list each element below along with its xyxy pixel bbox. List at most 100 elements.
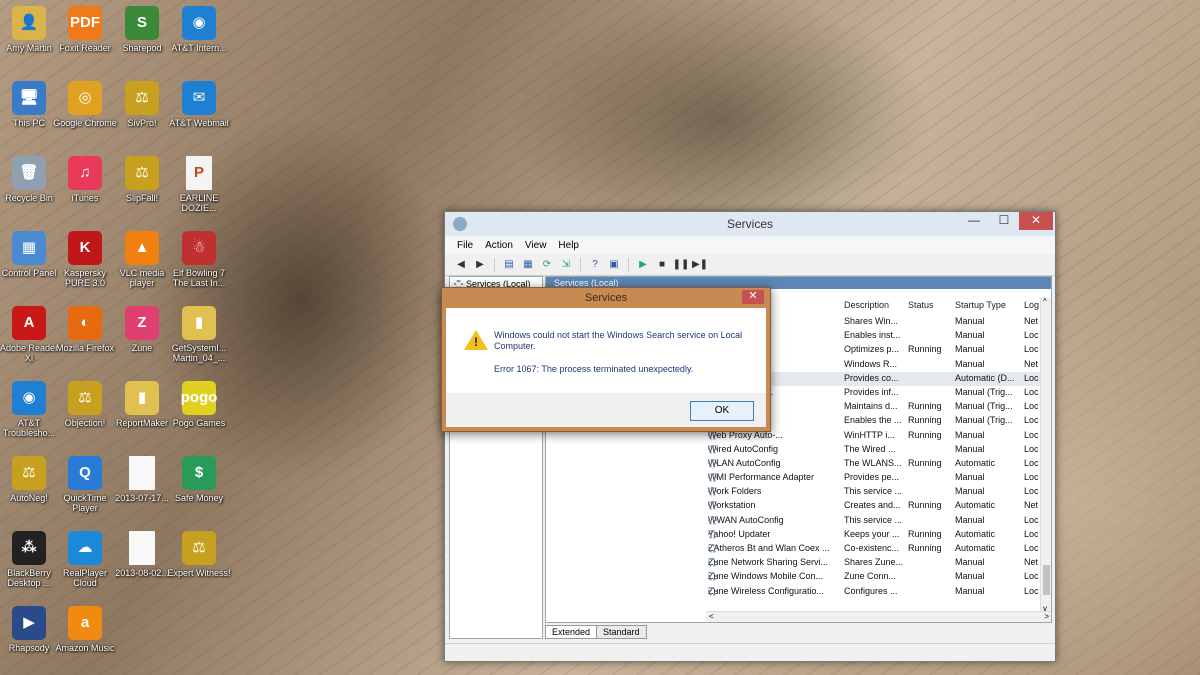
- desktop-icon-google-chrome[interactable]: ◎ Google Chrome: [53, 81, 117, 128]
- close-button[interactable]: ✕: [1019, 212, 1053, 230]
- desktop-icon-amy-martin[interactable]: 👤 Amy Martin: [0, 6, 61, 53]
- desktop-icon-quicktime-player[interactable]: Q QuickTime Player: [53, 456, 117, 513]
- service-row[interactable]: Zune Network Sharing Servi... Shares Zune…: [546, 556, 1041, 570]
- service-row[interactable]: Yahoo! Updater Keeps your ... Running Autom…: [546, 528, 1041, 542]
- desktop-icon-2013-08-02[interactable]: 2013-08-02...: [110, 531, 174, 578]
- desktop-icon-label: GetSystemI... Martin_04_...: [171, 343, 227, 363]
- desktop-icon-getsystemi-martin-04[interactable]: ▮ GetSystemI... Martin_04_...: [167, 306, 231, 363]
- menu-help[interactable]: Help: [558, 240, 579, 251]
- stop-service-icon[interactable]: ■: [654, 257, 670, 273]
- scroll-thumb[interactable]: [1043, 565, 1050, 595]
- desktop-icon-label: Mozilla Firefox: [55, 343, 114, 353]
- desktop-icon-blackberry-desktop[interactable]: ⁂ BlackBerry Desktop ...: [0, 531, 61, 588]
- service-startup-type: Manual: [955, 472, 985, 483]
- desktop-icon-autoneg[interactable]: ⚖ AutoNeg!: [0, 456, 61, 503]
- desktop-icon-expert-witness[interactable]: ⚖ Expert Witness!: [167, 531, 231, 578]
- column-status[interactable]: Status: [908, 300, 934, 310]
- menu-view[interactable]: View: [525, 240, 547, 251]
- service-log-on: Loc: [1024, 585, 1039, 596]
- tab-standard[interactable]: Standard: [596, 625, 647, 639]
- desktop-icon-vlc-media-player[interactable]: ▲ VLC media player: [110, 231, 174, 288]
- back-arrow-icon[interactable]: ◀: [453, 257, 469, 273]
- ok-button[interactable]: OK: [690, 401, 754, 421]
- desktop-icon-kaspersky-pure-3-0[interactable]: K Kaspersky PURE 3.0: [53, 231, 117, 288]
- att-globe-icon: ◉: [182, 6, 216, 40]
- service-row[interactable]: Workstation Creates and... Running Automati…: [546, 499, 1041, 513]
- safe-money-icon: $: [182, 456, 216, 490]
- desktop-icon-adobe-reader-xi[interactable]: A Adobe Reader XI: [0, 306, 61, 363]
- service-startup-type: Automatic: [955, 457, 996, 468]
- service-startup-type: Manual: [955, 514, 985, 525]
- desktop-icon-itunes[interactable]: ♫ iTunes: [53, 156, 117, 203]
- service-startup-type: Manual: [955, 429, 985, 440]
- desktop-icon-at-t-intern[interactable]: ◉ AT&T Intern...: [167, 6, 231, 53]
- desktop-icon-elf-bowling-7-the-last-in[interactable]: ☃ Elf Bowling 7 The Last In...: [167, 231, 231, 288]
- service-row[interactable]: WMI Performance Adapter Provides pe... Man…: [546, 471, 1041, 485]
- column-log-on-as[interactable]: Log: [1024, 300, 1039, 310]
- column-startup-type[interactable]: Startup Type: [955, 300, 1006, 310]
- desktop-icon-earline-dozie[interactable]: P EARLINE DOZIE...: [167, 156, 231, 213]
- start-service-icon[interactable]: ▶: [635, 257, 651, 273]
- properties-list-icon[interactable]: ▦: [520, 257, 536, 273]
- rhapsody-icon: ▶: [12, 606, 46, 640]
- service-status: Running: [908, 415, 942, 426]
- service-row[interactable]: WLAN AutoConfig The WLANS... Running Automa…: [546, 457, 1041, 471]
- horizontal-scrollbar[interactable]: < >: [706, 611, 1051, 622]
- service-row[interactable]: Work Folders This service ... Manual Loc: [546, 485, 1041, 499]
- service-row[interactable]: Zune Windows Mobile Con... Zune Conn... Ma…: [546, 570, 1041, 584]
- desktop-icon-realplayer-cloud[interactable]: ☁ RealPlayer Cloud: [53, 531, 117, 588]
- desktop-icon-slipfall[interactable]: ⚖ SlipFall!: [110, 156, 174, 203]
- service-row[interactable]: Zune Wireless Configuratio... Configures …: [546, 585, 1041, 599]
- restart-service-icon[interactable]: ▶❚: [692, 257, 708, 273]
- desktop-icon-mozilla-firefox[interactable]: ◐ Mozilla Firefox: [53, 306, 117, 353]
- services-title-bar[interactable]: Services — ☐ ✕: [445, 212, 1055, 236]
- export-list-icon[interactable]: ⇲: [558, 257, 574, 273]
- column-description[interactable]: Description: [844, 300, 889, 310]
- show-console-tree-icon[interactable]: ▤: [501, 257, 517, 273]
- service-log-on: Loc: [1024, 401, 1039, 412]
- desktop-icon-safe-money[interactable]: $ Safe Money: [167, 456, 231, 503]
- desktop-icon-2013-07-17[interactable]: 2013-07-17...: [110, 456, 174, 503]
- tab-extended[interactable]: Extended: [545, 625, 598, 639]
- desktop-icon-objection[interactable]: ⚖ Objection!: [53, 381, 117, 428]
- vertical-scrollbar[interactable]: ^ v: [1040, 297, 1051, 613]
- view-tabs: Extended Standard: [545, 625, 647, 639]
- menu-file[interactable]: File: [457, 240, 473, 251]
- desktop-icon-pogo-games[interactable]: pogo Pogo Games: [167, 381, 231, 428]
- desktop-icon-recycle-bin[interactable]: 🗑 Recycle Bin: [0, 156, 61, 203]
- scroll-left-arrow[interactable]: <: [709, 612, 714, 621]
- service-startup-type: Automatic: [955, 543, 996, 553]
- desktop-icon-rhapsody[interactable]: ▶ Rhapsody: [0, 606, 61, 653]
- service-row[interactable]: ZAtheros Bt and Wlan Coex ... Co-existenc…: [546, 542, 1041, 556]
- service-gear-icon: [708, 458, 717, 468]
- desktop-icon-at-t-troublesho[interactable]: ◉ AT&T Troublesho...: [0, 381, 61, 438]
- desktop-icon-amazon-music[interactable]: a Amazon Music: [53, 606, 117, 653]
- desktop-icon-at-t-webmail[interactable]: ✉ AT&T Webmail: [167, 81, 231, 128]
- desktop-icon-reportmaker[interactable]: ▮ ReportMaker: [110, 381, 174, 428]
- forward-arrow-icon[interactable]: ▶: [472, 257, 488, 273]
- service-row[interactable]: Wired AutoConfig The Wired ... Manual Loc: [546, 443, 1041, 457]
- desktop-icon-label: AT&T Webmail: [169, 118, 229, 128]
- desktop-icon-foxit-reader[interactable]: PDF Foxit Reader: [53, 6, 117, 53]
- dialog-close-button[interactable]: ✕: [742, 290, 764, 304]
- action-pane-icon[interactable]: ▣: [606, 257, 622, 273]
- desktop-icon-sharepod[interactable]: S Sharepod: [110, 6, 174, 53]
- menu-action[interactable]: Action: [485, 240, 513, 251]
- service-row[interactable]: WWAN AutoConfig This service ... Manual Loc: [546, 514, 1041, 528]
- desktop-icon-label: EARLINE DOZIE...: [179, 193, 219, 213]
- minimize-button[interactable]: —: [959, 212, 989, 230]
- maximize-button[interactable]: ☐: [989, 212, 1019, 230]
- service-status: Running: [908, 500, 942, 511]
- scales-icon: ⚖: [182, 531, 216, 565]
- desktop-icon-control-panel[interactable]: ▦ Control Panel: [0, 231, 61, 278]
- desktop-icon-label: QuickTime Player: [63, 493, 107, 513]
- desktop-icon-sivpro[interactable]: ⚖ SivPro!: [110, 81, 174, 128]
- desktop-icon-zune[interactable]: Z Zune: [110, 306, 174, 353]
- help-icon[interactable]: ?: [587, 257, 603, 273]
- dialog-title-bar[interactable]: Services ✕: [442, 288, 770, 308]
- desktop-icon-this-pc[interactable]: 🖥 This PC: [0, 81, 61, 128]
- refresh-icon[interactable]: ⟳: [539, 257, 555, 273]
- scroll-right-arrow[interactable]: >: [1044, 612, 1049, 621]
- pause-service-icon[interactable]: ❚❚: [673, 257, 690, 273]
- scroll-up-arrow[interactable]: ^: [1043, 297, 1047, 306]
